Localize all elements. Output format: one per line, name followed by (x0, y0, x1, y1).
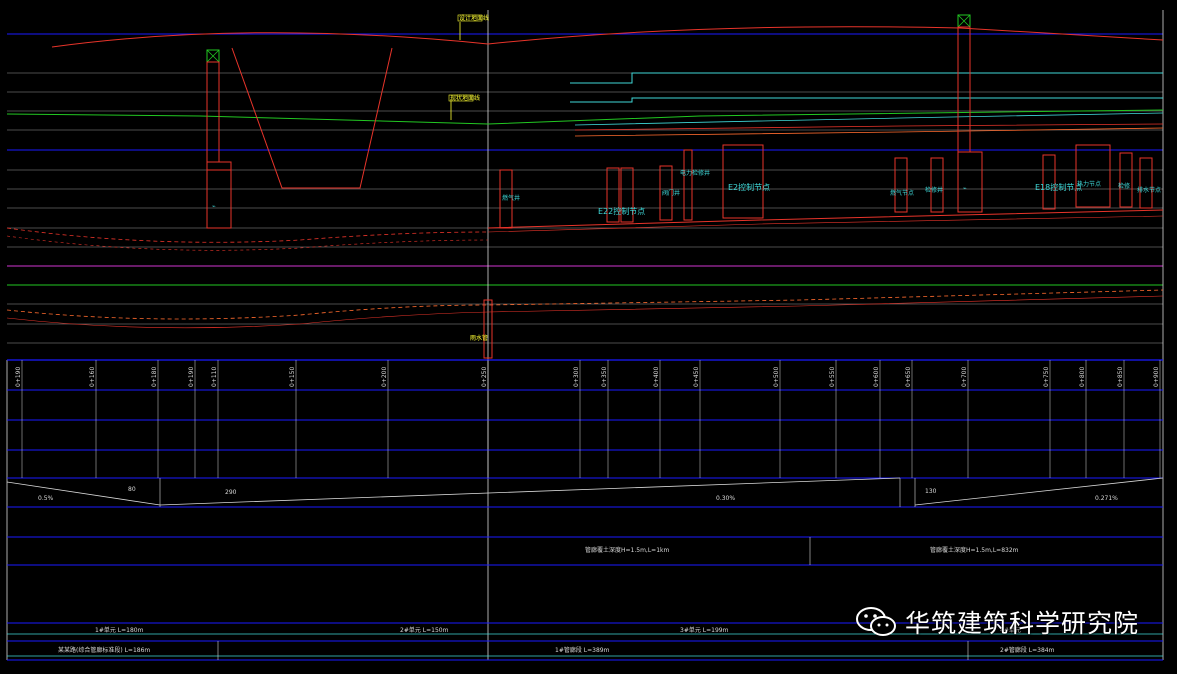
watermark: 华筑建筑科学研究院 (855, 604, 1139, 640)
svg-text:管廊覆土深度H=1.5m,L=1km: 管廊覆土深度H=1.5m,L=1km (585, 546, 669, 554)
svg-text:2#管廊段 L=384m: 2#管廊段 L=384m (1000, 646, 1055, 654)
station-label: 0+160 (89, 367, 96, 387)
structure-g: 检修井 (925, 157, 944, 213)
station-label: 0+900 (1153, 367, 1160, 387)
watermark-text: 华筑建筑科学研究院 (904, 609, 1139, 638)
station-ticks: 0+190 0+160 0+180 0+190 0+110 0+150 0+200 0+250… (15, 360, 1161, 478)
svg-text:某某路(综合管廊标准段) L=186m: 某某路(综合管廊标准段) L=186m (58, 646, 150, 654)
station-label: 0+550 (829, 367, 836, 387)
svg-text:0.30%: 0.30% (716, 495, 735, 502)
station-label: 0+400 (653, 367, 660, 387)
dashed-curve-3 (6, 289, 1164, 320)
dashed-curve-1 (6, 227, 489, 243)
upper-grid (7, 33, 1163, 344)
svg-text:290: 290 (225, 489, 237, 496)
station-label: 0+500 (773, 367, 780, 387)
segment-row-2: 某某路(综合管廊标准段) L=186m 1#管廊段 L=389m 2#管廊段 L… (7, 641, 1163, 660)
station-label: 0+600 (873, 367, 880, 387)
dashed-curve-4 (6, 295, 1164, 329)
existing-ground-line (6, 109, 1164, 125)
svg-text:阀门井: 阀门井 (662, 189, 680, 197)
dashed-curve-2 (6, 235, 489, 251)
svg-text:检修: 检修 (1118, 182, 1130, 190)
svg-text:3#单元 L=199m: 3#单元 L=199m (680, 626, 729, 634)
cyan-line-2 (570, 97, 1163, 103)
structure-k: 排水节点 (1137, 157, 1161, 209)
svg-text:⌁: ⌁ (212, 203, 216, 210)
svg-text:1#管廊段 L=389m: 1#管廊段 L=389m (555, 646, 610, 654)
svg-text:设计地面线: 设计地面线 (459, 14, 489, 22)
structure-j: 检修 (1118, 152, 1133, 208)
station-label: 0+190 (188, 367, 195, 387)
top-marker: 设计地面线 (457, 14, 489, 40)
structure-c: 阀门井 (659, 165, 680, 221)
svg-text:130: 130 (925, 488, 937, 495)
station-label: 0+150 (289, 367, 296, 387)
station-label: 0+180 (151, 367, 158, 387)
cyan-line-1 (570, 72, 1163, 84)
svg-text:热力节点: 热力节点 (1077, 180, 1101, 188)
station-label: 0+750 (1043, 367, 1050, 387)
station-label: 0+450 (693, 367, 700, 387)
svg-text:雨水管: 雨水管 (470, 334, 488, 342)
station-label: 0+190 (15, 367, 22, 387)
svg-text:检修井: 检修井 (925, 186, 943, 194)
station-label: 0+250 (481, 367, 488, 387)
structure-i: 热力节点 (1075, 144, 1111, 208)
svg-text:0.5%: 0.5% (38, 495, 54, 502)
structure-b: E22控制节点 (598, 167, 645, 223)
svg-text:2#单元 L=150m: 2#单元 L=150m (400, 626, 449, 634)
station-label: 0+650 (905, 367, 912, 387)
svg-text:⌁: ⌁ (963, 185, 967, 192)
svg-text:电力检修井: 电力检修井 (680, 169, 710, 177)
svg-text:0.271%: 0.271% (1095, 495, 1118, 502)
design-ground-line (51, 26, 1164, 48)
wechat-icon (855, 607, 896, 636)
station-label: 0+200 (381, 367, 388, 387)
svg-text:管廊覆土深度H=1.5m,L=832m: 管廊覆土深度H=1.5m,L=832m (930, 546, 1019, 554)
svg-text:E18控制节点: E18控制节点 (1035, 182, 1082, 192)
station-label: 0+800 (1079, 367, 1086, 387)
shaft-right: ⌁ (957, 14, 983, 213)
structure-a: 燃气井 (499, 169, 520, 229)
structure-h: E18控制节点 (1035, 154, 1082, 210)
svg-text:1#单元 L=180m: 1#单元 L=180m (95, 626, 144, 634)
pipe-bottom (487, 209, 1164, 229)
svg-text:E2控制节点: E2控制节点 (728, 182, 770, 192)
station-label: 0+850 (1117, 367, 1124, 387)
svg-text:燃气井: 燃气井 (502, 194, 520, 202)
structure-d: 电力检修井 (680, 149, 710, 221)
svg-text:燃气节点: 燃气节点 (890, 189, 914, 197)
svg-text:现状地面线: 现状地面线 (450, 94, 480, 102)
svg-text:80: 80 (128, 486, 136, 493)
station-label: 0+300 (573, 367, 580, 387)
cyan-line-3 (574, 112, 1164, 126)
station-label: 0+350 (601, 367, 608, 387)
station-label: 0+110 (211, 367, 218, 387)
structure-e: E2控制节点 (722, 144, 770, 219)
structure-f: 燃气节点 (890, 157, 914, 213)
station-label: 0+700 (961, 367, 968, 387)
mid-marker: 现状地面线 (448, 94, 480, 120)
svg-text:排水节点: 排水节点 (1137, 186, 1161, 194)
shaft-left: ⌁ (206, 49, 232, 229)
slope-row: 0.5% 80 290 0.30% 130 0.271% (6, 477, 1164, 507)
center-pipe-box: 雨水管 (470, 299, 493, 359)
note-row: 管廊覆土深度H=1.5m,L=1km 管廊覆土深度H=1.5m,L=832m (585, 537, 1019, 565)
svg-text:E22控制节点: E22控制节点 (598, 206, 645, 216)
profile-drawing: 设计地面线 现状地面线 ⌁ ⌁ 燃气井 E22控制节点 阀门井 电力检修井 E2… (6, 10, 1164, 661)
